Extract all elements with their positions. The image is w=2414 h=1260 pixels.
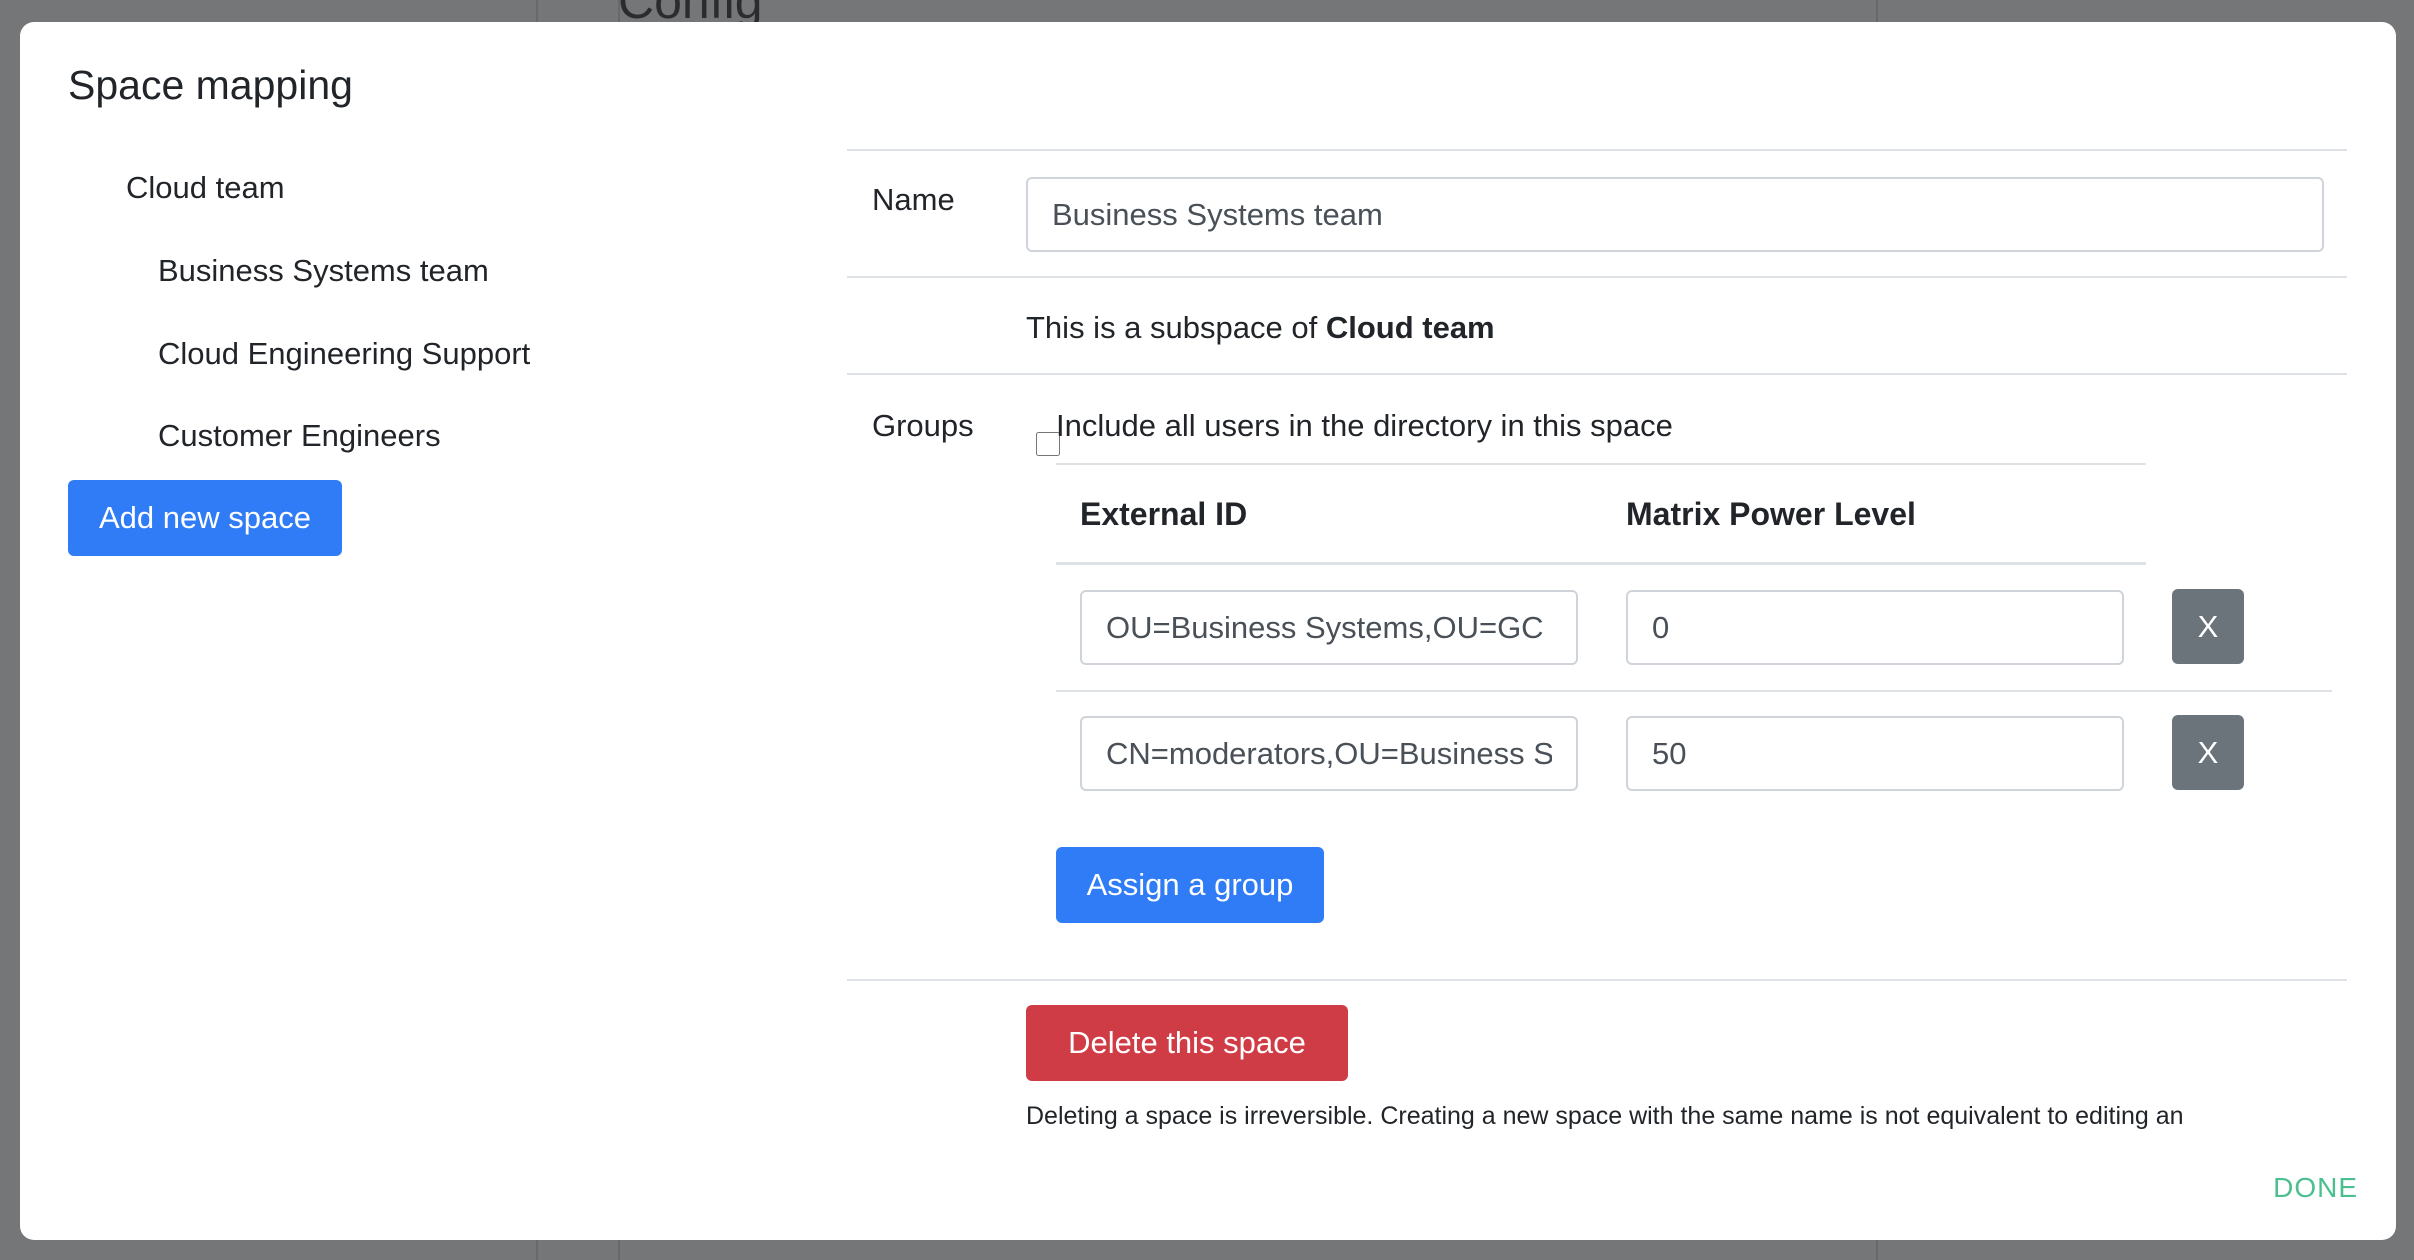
external-id-input[interactable] — [1080, 716, 1578, 791]
include-all-users-label: Include all users in the directory in th… — [1056, 408, 1673, 443]
remove-group-button[interactable]: X — [2172, 715, 2244, 790]
divider — [847, 373, 2347, 375]
column-header-external-id: External ID — [1080, 496, 1248, 532]
delete-warning-text: Deleting a space is irreversible. Creati… — [1026, 1102, 2184, 1130]
groups-label: Groups — [872, 408, 974, 443]
subspace-info: This is a subspace of Cloud team — [1026, 310, 1495, 346]
delete-space-button[interactable]: Delete this space — [1026, 1005, 1348, 1081]
name-label: Name — [872, 182, 955, 217]
column-header-power-level: Matrix Power Level — [1626, 496, 1916, 532]
tree-item-cloud-engineering-support[interactable]: Cloud Engineering Support — [158, 336, 530, 372]
modal-title: Space mapping — [68, 62, 353, 108]
power-level-input[interactable] — [1626, 716, 2124, 791]
tree-item-business-systems-team[interactable]: Business Systems team — [158, 253, 489, 289]
table-header-border — [1056, 562, 2146, 565]
tree-item-cloud-team[interactable]: Cloud team — [126, 170, 285, 206]
tree-item-customer-engineers[interactable]: Customer Engineers — [158, 418, 441, 454]
name-input[interactable] — [1026, 177, 2324, 252]
subspace-prefix: This is a subspace of — [1026, 310, 1326, 345]
done-button[interactable]: DONE — [2273, 1172, 2358, 1204]
divider — [847, 149, 2347, 151]
subspace-parent-name: Cloud team — [1325, 310, 1495, 345]
divider — [847, 979, 2347, 981]
table-row-border — [1056, 690, 2332, 692]
power-level-input[interactable] — [1626, 590, 2124, 665]
divider — [847, 276, 2347, 278]
add-new-space-button[interactable]: Add new space — [68, 480, 342, 556]
table-top-border — [1056, 463, 2146, 465]
assign-group-button[interactable]: Assign a group — [1056, 847, 1324, 923]
remove-group-button[interactable]: X — [2172, 589, 2244, 664]
space-mapping-modal: Space mapping Cloud team Business System… — [20, 22, 2396, 1240]
external-id-input[interactable] — [1080, 590, 1578, 665]
